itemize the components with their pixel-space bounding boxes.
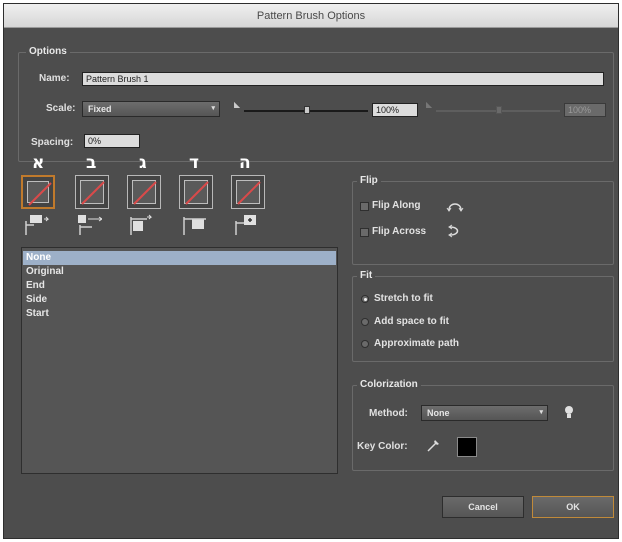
add-space-to-fit-radio[interactable] [361,318,369,326]
outer-corner-tile-icon [78,215,102,235]
scale-label: Scale: [46,103,76,114]
start-tile-icon [183,217,206,235]
flip-group [352,181,614,265]
spacing-input[interactable]: 0% [84,134,140,148]
pattern-brush-options-dialog: Pattern Brush Options Options Name: Patt… [3,3,619,539]
list-item[interactable]: End [23,279,336,293]
scale-min-handle-icon[interactable]: ◣ [234,101,244,109]
approximate-path-radio[interactable] [361,340,369,348]
colorization-method-value: None [427,408,450,418]
tile-label-4: ד [189,153,199,173]
tile-label-5: ה [239,153,251,173]
colorization-tips-icon[interactable] [564,405,574,419]
ok-button[interactable]: OK [532,496,614,518]
dialog-title: Pattern Brush Options [4,4,618,28]
colorization-group [352,385,614,471]
scale-method-select[interactable]: Fixed ▾ [82,101,220,117]
list-item[interactable]: Original [23,265,336,279]
flip-across-label[interactable]: Flip Across [372,226,426,238]
fit-legend: Fit [357,270,376,282]
eyedropper-icon[interactable] [425,436,441,454]
options-legend: Options [26,46,70,58]
empty-tile-icon [133,181,157,205]
flip-legend: Flip [357,175,381,187]
end-tile[interactable] [231,175,265,209]
empty-tile-icon [185,181,209,205]
chevron-down-icon: ▾ [539,409,543,416]
flip-across-icon [448,224,459,238]
empty-tile-icon [28,182,52,206]
approximate-path-label[interactable]: Approximate path [374,338,459,350]
inner-corner-tile[interactable] [127,175,161,209]
scale-method-value: Fixed [88,104,112,114]
cancel-button[interactable]: Cancel [442,496,524,518]
side-tile[interactable] [21,175,55,209]
spacing-label: Spacing: [31,137,74,148]
tile-label-2: ב [86,153,97,173]
key-color-swatch[interactable] [457,437,477,457]
inner-corner-tile-icon [130,214,153,235]
flip-across-checkbox[interactable] [360,228,369,237]
empty-tile-icon [81,181,105,205]
name-input[interactable]: Pattern Brush 1 [82,72,604,86]
method-label: Method: [369,408,408,419]
start-tile[interactable] [179,175,213,209]
side-tile-icon [25,215,50,235]
scale-slider-thumb[interactable] [304,106,310,114]
stretch-to-fit-label[interactable]: Stretch to fit [374,293,433,305]
empty-tile-icon [237,181,261,205]
colorization-legend: Colorization [357,379,421,391]
tile-label-1: א [32,153,45,173]
scale-max-handle-icon: ◣ [426,100,433,109]
scale-value-input[interactable]: 100% [372,103,418,117]
chevron-down-icon: ▾ [211,105,215,112]
list-item[interactable]: Side [23,293,336,307]
flip-along-checkbox[interactable] [360,202,369,211]
flip-along-icon [446,203,464,212]
colorization-method-select[interactable]: None ▾ [421,405,548,421]
stretch-to-fit-radio[interactable] [361,295,369,303]
scale-value2-input: 100% [564,103,606,117]
outer-corner-tile[interactable] [75,175,109,209]
scale-slider2-thumb [496,106,502,114]
end-tile-icon [235,215,256,235]
add-space-to-fit-label[interactable]: Add space to fit [374,316,449,328]
key-color-label: Key Color: [357,441,408,452]
name-label: Name: [39,73,70,84]
list-item[interactable]: None [23,251,336,265]
pattern-list[interactable]: None Original End Side Start [21,247,338,474]
tile-label-3: ג [139,153,147,173]
flip-along-label[interactable]: Flip Along [372,200,421,212]
list-item[interactable]: Start [23,307,336,321]
